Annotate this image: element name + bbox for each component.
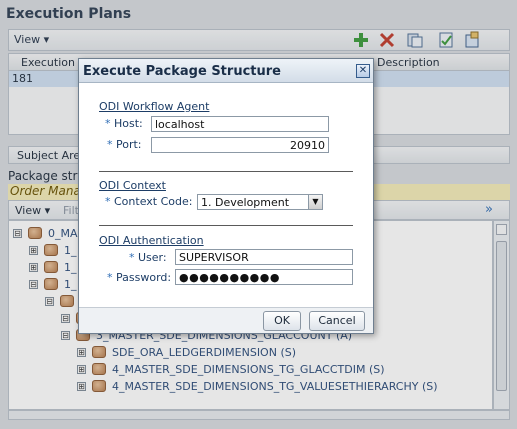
- dialog-title: Execute Package Structure: [79, 59, 373, 83]
- required-mark: *: [105, 195, 111, 208]
- host-label: * Host:: [105, 117, 143, 130]
- required-mark: *: [107, 271, 113, 284]
- password-label-text: Password:: [116, 271, 172, 284]
- close-icon[interactable]: ✕: [356, 64, 370, 78]
- user-label-text: User:: [138, 251, 167, 264]
- divider: [99, 171, 353, 172]
- required-mark: *: [107, 138, 113, 151]
- agent-section-heading: ODI Workflow Agent: [99, 100, 210, 113]
- password-label: * Password:: [107, 271, 171, 284]
- user-input[interactable]: SUPERVISOR: [175, 249, 353, 265]
- dropdown-arrow-icon[interactable]: ▼: [308, 195, 322, 209]
- cancel-button[interactable]: Cancel: [309, 311, 365, 331]
- required-mark: *: [105, 117, 111, 130]
- password-input[interactable]: ●●●●●●●●●●: [175, 269, 353, 285]
- port-label: * Port:: [107, 138, 142, 151]
- context-code-label: * Context Code:: [105, 195, 192, 208]
- dialog-button-bar: OK Cancel: [79, 307, 373, 333]
- auth-section-heading: ODI Authentication: [99, 234, 204, 247]
- divider: [99, 225, 353, 226]
- host-label-text: Host:: [114, 117, 143, 130]
- context-code-select[interactable]: 1. Development ▼: [197, 194, 323, 210]
- ok-button[interactable]: OK: [263, 311, 301, 331]
- context-section-heading: ODI Context: [99, 179, 166, 192]
- execute-package-dialog: Execute Package Structure ✕ ODI Workflow…: [78, 58, 374, 334]
- port-input[interactable]: 20910: [151, 137, 329, 153]
- host-input[interactable]: localhost: [151, 116, 329, 132]
- context-code-label-text: Context Code:: [114, 195, 193, 208]
- port-label-text: Port:: [116, 138, 142, 151]
- user-label: * User:: [129, 251, 167, 264]
- context-code-value: 1. Development: [201, 196, 290, 209]
- required-mark: *: [129, 251, 135, 264]
